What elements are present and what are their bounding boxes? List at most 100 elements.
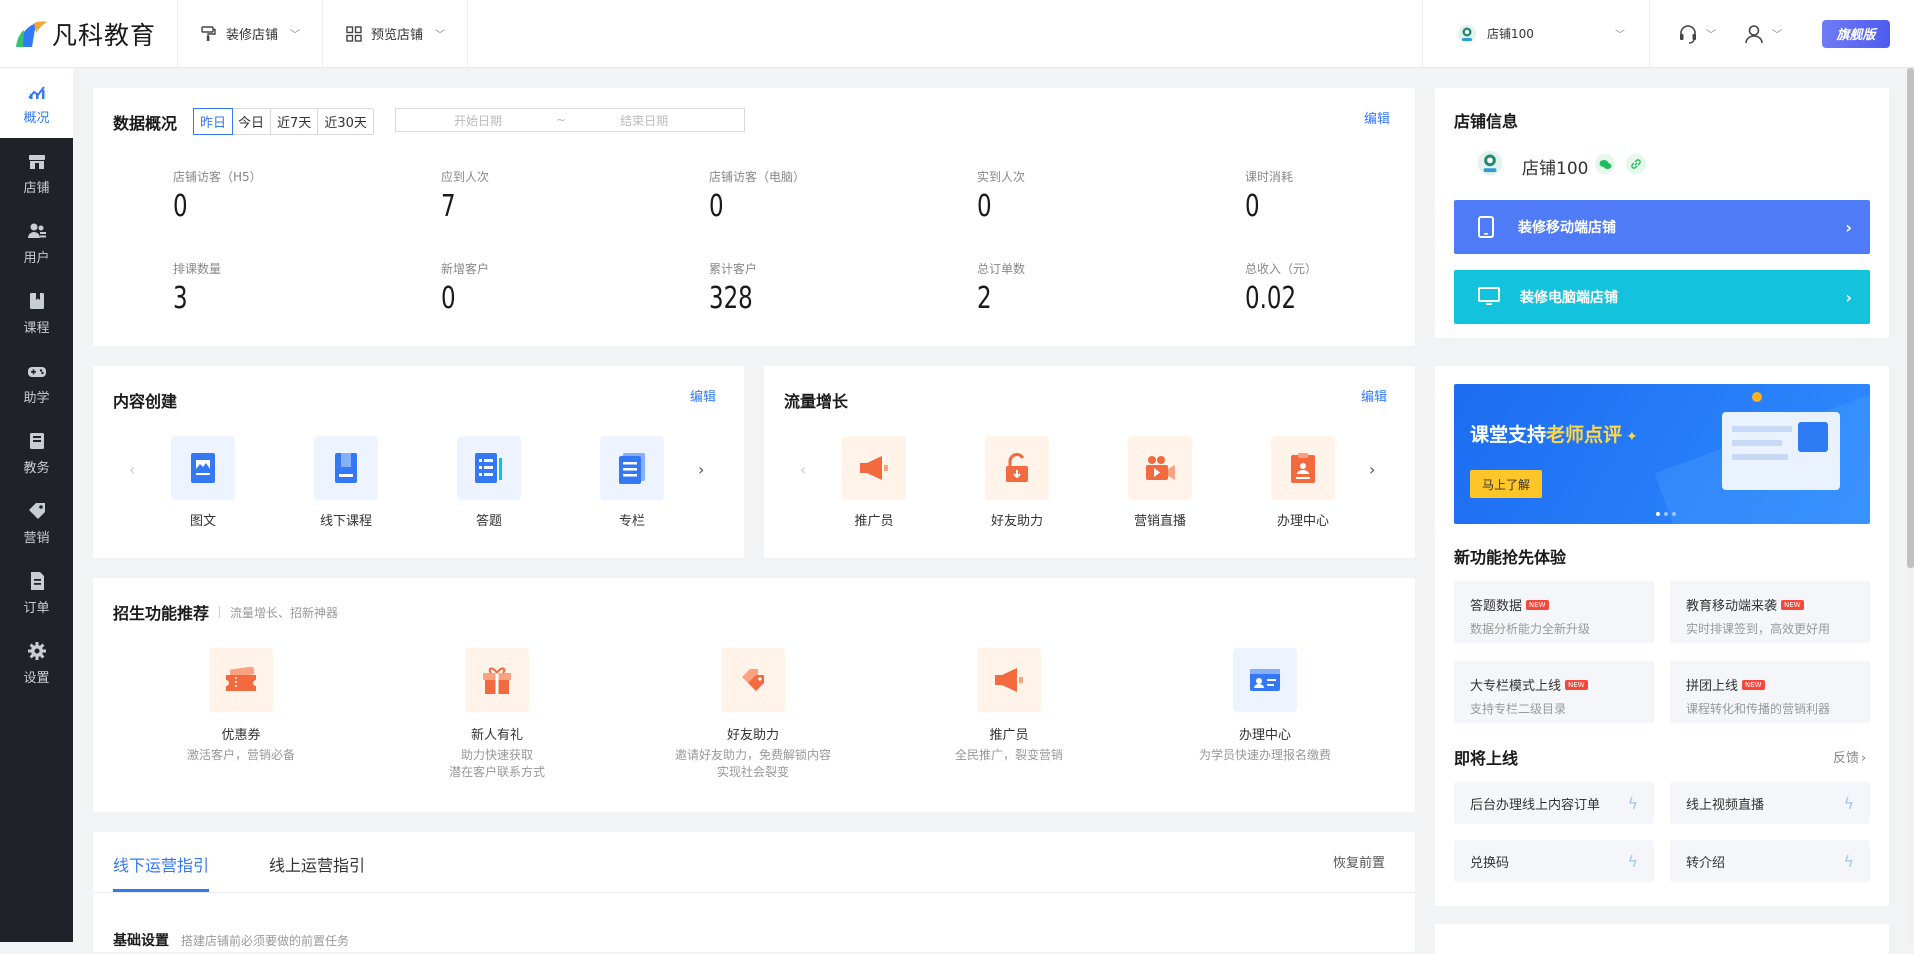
chevron-right-icon[interactable]: ›	[1369, 460, 1375, 479]
feature-quiz-data[interactable]: 答题数据 NEW 数据分析能力全新升级	[1454, 581, 1654, 643]
preview-shop-label: 预览店铺	[371, 28, 424, 43]
tab-7days[interactable]: 近7天	[271, 109, 319, 134]
tile-quiz[interactable]: 答题	[439, 436, 539, 529]
sidebar-item-label: 店铺	[23, 180, 50, 196]
tile-live-marketing[interactable]: 营销直播	[1110, 436, 1210, 529]
decorate-mobile-button[interactable]: 装修移动端店铺 ›	[1454, 200, 1870, 254]
decorate-pc-button[interactable]: 装修电脑端店铺 ›	[1454, 270, 1870, 324]
top-right: 店铺100 ﹀ ﹀ ﹀ 旗舰版	[1422, 0, 1914, 68]
shop-selector[interactable]: 店铺100 ﹀	[1422, 0, 1650, 68]
support-menu[interactable]: ﹀	[1678, 24, 1716, 44]
feature-group-buy[interactable]: 拼团上线 NEW 课程转化和传播的营销利器	[1670, 661, 1870, 723]
tile-service-center[interactable]: 办理中心	[1253, 436, 1353, 529]
recruit-item-desc: 邀请好友助力，免费解锁内容 实现社会裂变	[674, 748, 831, 779]
tile-article[interactable]: 图文	[153, 436, 253, 529]
wechat-icon[interactable]	[1595, 154, 1615, 174]
recruit-service-center[interactable]: 办理中心 为学员快速办理报名缴费	[1175, 648, 1355, 764]
recruit-coupon[interactable]: 优惠券 激活客户，营销必备	[151, 648, 331, 764]
sidebar-item-overview[interactable]: 概况	[0, 68, 73, 138]
chevron-left-icon[interactable]: ‹	[800, 460, 806, 479]
recruit-newcomer-gift[interactable]: 新人有礼 助力快速获取 潜在客户联系方式	[407, 648, 587, 781]
notebook-icon	[29, 432, 44, 449]
tile-column[interactable]: 专栏	[582, 436, 682, 529]
sidebar-item-marketing[interactable]: 营销	[0, 488, 73, 558]
user-menu[interactable]: ﹀	[1744, 24, 1782, 44]
restore-link[interactable]: 恢复前置	[1333, 852, 1385, 871]
data-overview-panel: 数据概况 昨日 今日 近7天 近30天 开始日期 ~ 结束日期 编辑 店铺访客（…	[93, 88, 1415, 346]
tile-label: 好友助力	[990, 514, 1043, 529]
sparkle-icon: ✦	[1626, 429, 1638, 445]
decorate-shop-menu[interactable]: 装修店铺 ﹀	[178, 0, 324, 68]
tab-yesterday[interactable]: 昨日	[193, 108, 234, 135]
tab-30days[interactable]: 近30天	[318, 109, 373, 134]
logo[interactable]: 凡科教育	[0, 0, 178, 68]
coming-soon-title: 即将上线	[1454, 749, 1519, 768]
end-date-placeholder[interactable]: 结束日期	[620, 112, 668, 129]
feedback-link[interactable]: 反馈 ›	[1833, 747, 1866, 766]
sidebar-item-users[interactable]: 用户	[0, 208, 73, 278]
recruit-friend-assist[interactable]: 好友助力 邀请好友助力，免费解锁内容 实现社会裂变	[663, 648, 843, 781]
sidebar-item-study[interactable]: 助学	[0, 348, 73, 418]
overview-edit-link[interactable]: 编辑	[1364, 108, 1390, 127]
guide-section-header: 基础设置 搭建店铺前必须要做的前置任务	[113, 930, 349, 950]
recruit-item-title: 优惠券	[221, 728, 261, 743]
soon-redeem-code[interactable]: 兑换码 ϟ	[1454, 840, 1654, 882]
recruit-promoter[interactable]: 推广员 全民推广，裂变营销	[919, 648, 1099, 764]
shop-avatar-icon	[1477, 150, 1503, 176]
tag-ribbon-icon	[721, 648, 785, 712]
banner-text-a: 课堂支持	[1470, 424, 1547, 446]
chevron-down-icon: ﹀	[1615, 30, 1625, 41]
date-range-input[interactable]: 开始日期 ~ 结束日期	[395, 108, 745, 132]
tile-label: 推广员	[854, 514, 894, 529]
sidebar-item-academic[interactable]: 教务	[0, 418, 73, 488]
users-icon	[27, 223, 46, 238]
overview-title: 数据概况	[113, 114, 178, 133]
tile-label: 线下课程	[319, 514, 372, 529]
sidebar-item-shop[interactable]: 店铺	[0, 138, 73, 208]
stat-actual-attendance: 实到人次 0	[977, 170, 1026, 224]
recruit-item-title: 新人有礼	[470, 728, 523, 743]
start-date-placeholder[interactable]: 开始日期	[454, 112, 502, 129]
sidebar-item-courses[interactable]: 课程	[0, 278, 73, 348]
feature-mobile-edu[interactable]: 教育移动端来袭 NEW 实时排课签到，高效更好用	[1670, 581, 1870, 643]
tile-offline-course[interactable]: 线下课程	[296, 436, 396, 529]
new-features-title: 新功能抢先体验	[1454, 548, 1567, 567]
soon-label: 后台办理线上内容订单	[1470, 797, 1601, 813]
soon-live-video[interactable]: 线上视频直播 ϟ	[1670, 782, 1870, 824]
traffic-edit-link[interactable]: 编辑	[1361, 386, 1387, 405]
soon-referral[interactable]: 转介绍 ϟ	[1670, 840, 1870, 882]
grid-icon	[345, 25, 363, 43]
book-icon	[29, 292, 44, 309]
banner-button[interactable]: 马上了解	[1470, 470, 1542, 498]
tile-label: 专栏	[618, 514, 645, 529]
tab-today[interactable]: 今日	[232, 109, 272, 134]
tab-online-guide[interactable]: 线上运营指引	[269, 852, 365, 876]
chevron-right-icon[interactable]: ›	[698, 460, 704, 479]
soon-backend-orders[interactable]: 后台办理线上内容订单 ϟ	[1454, 782, 1654, 824]
sidebar-item-label: 教务	[23, 460, 50, 476]
promo-banner[interactable]: 课堂支持老师点评 ✦ 马上了解	[1454, 384, 1870, 524]
tile-label: 办理中心	[1276, 514, 1329, 529]
divider	[219, 606, 221, 618]
megaphone-icon	[977, 648, 1041, 712]
feature-big-column[interactable]: 大专栏模式上线 NEW 支持专栏二级目录	[1454, 661, 1654, 723]
shop-info-panel: 店铺信息 店铺100 装修移动端店铺 › 装修电脑端店铺 ›	[1435, 88, 1889, 338]
link-icon[interactable]	[1626, 154, 1646, 174]
stat-scheduled-classes: 排课数量 3	[173, 262, 222, 316]
sidebar-item-settings[interactable]: 设置	[0, 628, 73, 698]
tab-offline-guide[interactable]: 线下运营指引	[113, 852, 209, 876]
chart-icon	[27, 85, 45, 99]
tile-friend-assist[interactable]: 好友助力	[967, 436, 1067, 529]
sidebar-item-orders[interactable]: 订单	[0, 558, 73, 628]
scrollbar-thumb[interactable]	[1907, 68, 1914, 568]
preview-shop-menu[interactable]: 预览店铺 ﹀	[323, 0, 469, 68]
tile-promoter[interactable]: 推广员	[824, 436, 924, 529]
new-badge: NEW	[1742, 679, 1765, 690]
sidebar-item-label: 助学	[23, 390, 50, 406]
content-create-edit-link[interactable]: 编辑	[690, 386, 716, 405]
edition-badge[interactable]: 旗舰版	[1822, 19, 1890, 48]
shop-avatar-icon	[1458, 24, 1476, 43]
chevron-left-icon[interactable]: ‹	[129, 460, 135, 479]
feature-title: 答题数据	[1470, 599, 1523, 614]
page-scrollbar[interactable]	[1907, 68, 1914, 942]
